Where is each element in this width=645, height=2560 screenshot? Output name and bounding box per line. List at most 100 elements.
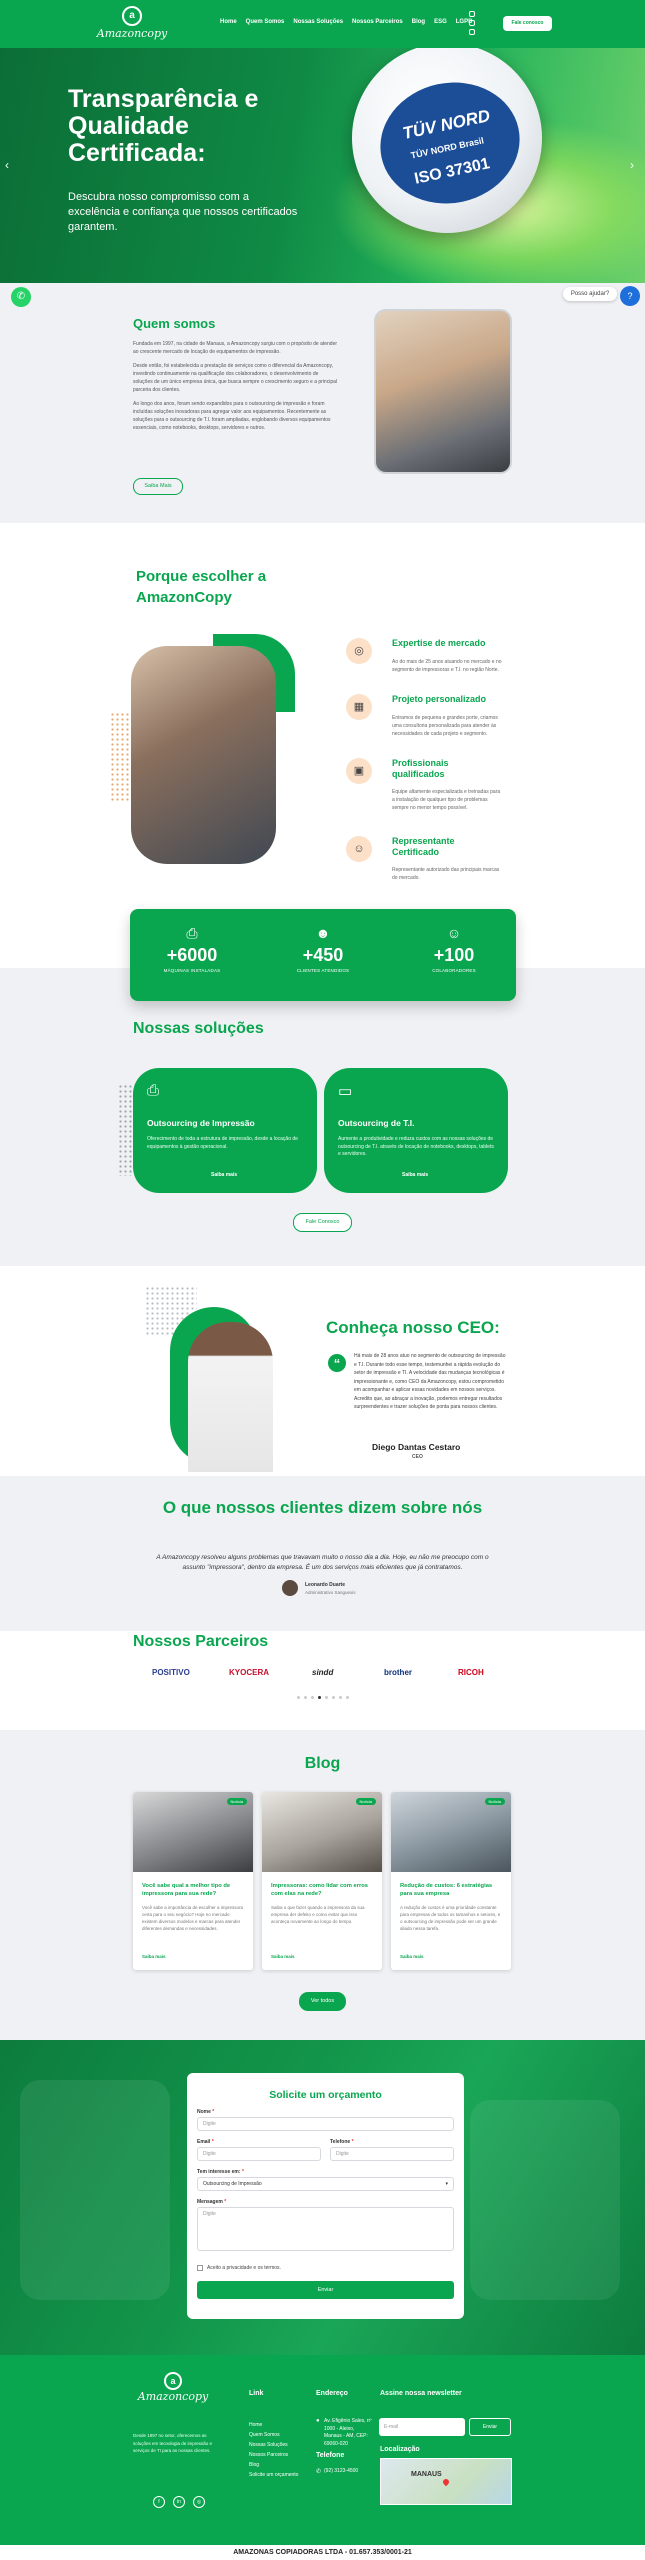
carousel-dot[interactable] xyxy=(311,1696,314,1699)
facebook-icon[interactable] xyxy=(469,29,475,35)
carousel-dots xyxy=(297,1696,349,1699)
newsletter-submit-button[interactable]: Enviar xyxy=(469,2418,511,2436)
feature-title: Projeto personalizado xyxy=(392,694,487,704)
instagram-icon[interactable] xyxy=(469,11,475,17)
post-title[interactable]: Redução de custos: 6 estratégias para su… xyxy=(400,1882,504,1898)
why-title: Porque escolher a AmazonCopy xyxy=(136,568,267,606)
printer-icon: ⎙ xyxy=(186,925,198,941)
about-paragraph: Desde então, foi estabelecida a prestaçã… xyxy=(133,363,337,393)
linkedin-icon[interactable] xyxy=(469,20,475,26)
footer-logo[interactable]: a Amazoncopy xyxy=(133,2372,213,2403)
chevron-right-icon[interactable]: › xyxy=(630,158,634,172)
nav-home[interactable]: Home xyxy=(220,19,237,25)
blog-post[interactable]: Notícia Você sabe qual a melhor tipo de … xyxy=(133,1792,253,1970)
stat-item: ☺ +100 COLABORADORES xyxy=(414,925,494,973)
feature-title: Expertise de mercado xyxy=(392,638,486,648)
solution-text: Aumente a produtividade e reduza custos … xyxy=(338,1136,494,1157)
carousel-dot-active[interactable] xyxy=(318,1696,321,1699)
chat-icon[interactable]: ? xyxy=(620,286,640,306)
privacy-label: Aceito a privacidade e os termos. xyxy=(207,2265,281,2271)
newsletter-title: Assine nossa newsletter xyxy=(380,2390,462,2397)
professionals-icon: ▣ xyxy=(346,758,372,784)
footer-link[interactable]: Quem Somos xyxy=(249,2430,298,2440)
testimonial-name: Leonardo Duarte xyxy=(305,1582,346,1588)
representative-icon: ☺ xyxy=(346,836,372,862)
post-excerpt: A redução de custos é uma prioridade con… xyxy=(400,1905,501,1931)
name-field[interactable]: Digite xyxy=(197,2117,454,2131)
blog-all-button[interactable]: Ver todos xyxy=(299,1992,346,2011)
phone-field[interactable]: Digite xyxy=(330,2147,454,2161)
solution-more-link[interactable]: Saiba mais xyxy=(211,1172,237,1178)
ceo-name: Diego Dantas Cestaro xyxy=(372,1442,461,1452)
carousel-dot[interactable] xyxy=(325,1696,328,1699)
footer-social: f in ◎ xyxy=(153,2496,205,2508)
header-social xyxy=(469,11,475,35)
footer-link[interactable]: Solicite um orçamento xyxy=(249,2470,298,2480)
chevron-left-icon[interactable]: ‹ xyxy=(5,158,9,172)
instagram-icon[interactable]: ◎ xyxy=(193,2496,205,2508)
nav-solucoes[interactable]: Nossas Soluções xyxy=(293,19,343,25)
solution-more-link[interactable]: Saiba mais xyxy=(402,1172,428,1178)
linkedin-icon[interactable]: in xyxy=(173,2496,185,2508)
carousel-dot[interactable] xyxy=(339,1696,342,1699)
message-field[interactable]: Digite xyxy=(197,2207,454,2251)
blog-post[interactable]: Notícia Redução de custos: 6 estratégias… xyxy=(391,1792,511,1970)
logo[interactable]: a Amazoncopy xyxy=(92,6,172,42)
help-bubble[interactable]: Posso ajudar? xyxy=(563,287,617,301)
carousel-dot[interactable] xyxy=(297,1696,300,1699)
hero-subtitle: Descubra nosso compromisso com a excelên… xyxy=(68,191,298,233)
interest-select[interactable]: Outsourcing de Impressão ▾ xyxy=(197,2177,454,2191)
footer-link[interactable]: Blog xyxy=(249,2460,298,2470)
post-title[interactable]: Você sabe qual a melhor tipo de impresso… xyxy=(142,1882,246,1898)
computer-icon: ▭ xyxy=(338,1083,353,1100)
privacy-checkbox[interactable] xyxy=(197,2265,203,2271)
email-label: Email * xyxy=(197,2139,214,2145)
stat-number: +100 xyxy=(433,945,475,965)
footer-links: Home Quem Somos Nossas Soluções Nossos P… xyxy=(249,2420,298,2480)
post-read-more[interactable]: Saiba mais xyxy=(400,1954,424,1959)
feature-text: Equipe altamente especializada e treinad… xyxy=(392,789,501,811)
nav-quem-somos[interactable]: Quem Somos xyxy=(246,19,285,25)
whatsapp-icon[interactable]: ✆ xyxy=(11,287,31,307)
nav-parceiros[interactable]: Nossos Parceiros xyxy=(352,19,403,25)
stat-label: MÁQUINAS INSTALADAS xyxy=(163,968,221,973)
form-title: Solicite um orçamento xyxy=(269,2089,382,2101)
location-map[interactable]: MANAUS xyxy=(380,2458,512,2505)
footer-link[interactable]: Nossas Soluções xyxy=(249,2440,298,2450)
partner-logo: RICOH xyxy=(458,1668,484,1677)
post-tag: Notícia xyxy=(484,1798,505,1805)
hero-banner: Transparência e Qualidade Certificada: D… xyxy=(0,48,645,283)
email-field[interactable]: Digite xyxy=(197,2147,321,2161)
newsletter-email-input[interactable]: E-mail xyxy=(379,2418,465,2436)
solution-card[interactable]: ⎙ Outsourcing de Impressão Oferecimento … xyxy=(133,1068,317,1193)
facebook-icon[interactable]: f xyxy=(153,2496,165,2508)
carousel-dot[interactable] xyxy=(304,1696,307,1699)
blog-post[interactable]: Notícia Impressoras: como lidar com erro… xyxy=(262,1792,382,1970)
carousel-dot[interactable] xyxy=(332,1696,335,1699)
post-excerpt: Você sabe a importância de escolher a im… xyxy=(142,1905,244,1931)
location-pin-icon: ● xyxy=(316,2418,320,2424)
team-photo xyxy=(131,646,276,864)
post-read-more[interactable]: Saiba mais xyxy=(142,1954,166,1959)
background-shape xyxy=(470,2100,620,2300)
footer-link[interactable]: Home xyxy=(249,2420,298,2430)
nav-esg[interactable]: ESG xyxy=(434,19,447,25)
carousel-dot[interactable] xyxy=(346,1696,349,1699)
stat-item: ⎙ +6000 MÁQUINAS INSTALADAS xyxy=(152,925,232,973)
solution-card[interactable]: ▭ Outsourcing de T.I. Aumente a produtiv… xyxy=(324,1068,508,1193)
stat-label: COLABORADORES xyxy=(432,968,476,973)
footer-link[interactable]: Nossos Parceiros xyxy=(249,2450,298,2460)
submit-button[interactable]: Enviar xyxy=(197,2281,454,2299)
feature-title: Profissionais qualificados xyxy=(392,758,449,779)
post-excerpt: Saiba o que fazer quando a impressora da… xyxy=(271,1905,365,1924)
post-title[interactable]: Impressoras: como lidar com erros com el… xyxy=(271,1882,375,1898)
nav-blog[interactable]: Blog xyxy=(412,19,425,25)
post-read-more[interactable]: Saiba mais xyxy=(271,1954,295,1959)
contact-button[interactable]: Fale conosco xyxy=(503,16,552,31)
footer-description: Desde 1997 no setor, oferecemos as soluç… xyxy=(133,2433,213,2453)
solutions-contact-button[interactable]: Fale Conosco xyxy=(293,1213,352,1232)
solutions-title: Nossas soluções xyxy=(133,1020,264,1037)
background-shape xyxy=(20,2080,170,2300)
about-more-button[interactable]: Saiba Mais xyxy=(133,478,183,495)
interest-label: Tem interesse em: * xyxy=(197,2169,244,2175)
